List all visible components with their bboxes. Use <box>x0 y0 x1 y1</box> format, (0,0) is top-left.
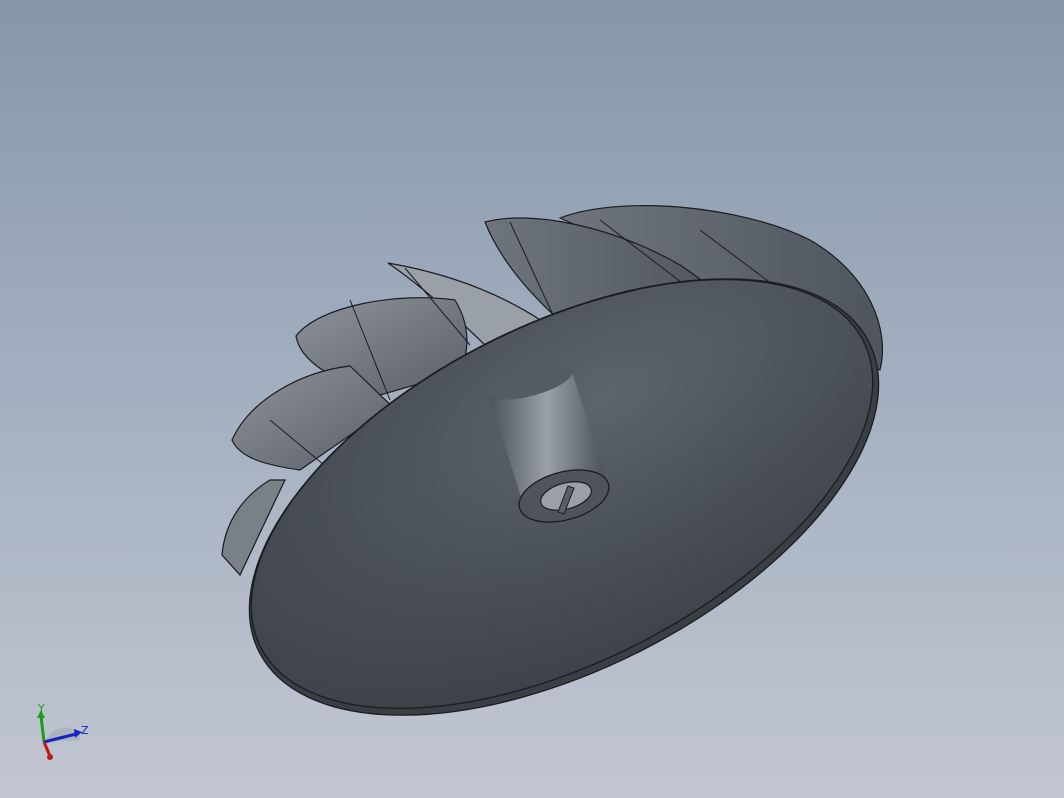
impeller-model[interactable] <box>0 0 1064 798</box>
triad-graphic: Y Z <box>37 702 89 760</box>
y-axis-line <box>39 715 46 743</box>
x-axis-tip <box>47 754 53 760</box>
z-axis-label: Z <box>81 724 89 737</box>
x-axis-line <box>42 741 52 757</box>
graphics-viewport[interactable]: Y Z <box>0 0 1064 798</box>
view-triad[interactable]: Y Z <box>30 700 100 770</box>
y-axis-label: Y <box>37 702 45 715</box>
